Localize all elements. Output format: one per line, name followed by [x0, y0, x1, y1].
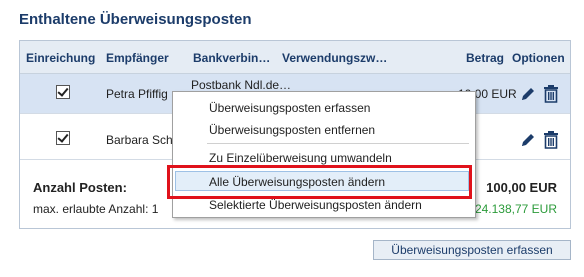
header-optionen: Optionen [512, 51, 565, 65]
page-title: Enthaltene Überweisungsposten [19, 11, 252, 28]
trash-icon[interactable] [543, 131, 559, 152]
total-amount: 100,00 EUR [486, 180, 557, 195]
menu-item-change-selected[interactable]: Selektierte Überweisungsposten ändern [209, 198, 422, 212]
header-verwendungszweck[interactable]: Verwendungszw… [282, 51, 387, 65]
highlight-frame [167, 165, 472, 199]
pencil-icon[interactable] [520, 132, 536, 151]
row-empfaenger: Petra Pfiffig [106, 87, 168, 101]
menu-item-add[interactable]: Überweisungsposten erfassen [209, 101, 370, 115]
menu-separator [207, 143, 469, 144]
max-amount: 24.138,77 EUR [474, 202, 557, 216]
trash-icon[interactable] [543, 85, 559, 106]
row-bank: Postbank Ndl.de… [191, 78, 292, 92]
header-betrag[interactable]: Betrag [466, 51, 504, 65]
add-transfer-item-button[interactable]: Überweisungsposten erfassen [373, 240, 571, 260]
menu-item-convert[interactable]: Zu Einzelüberweisung umwandeln [209, 151, 392, 165]
max-count-label: max. erlaubte Anzahl: 1 [33, 202, 159, 216]
row-empfaenger: Barbara Sch [106, 133, 173, 147]
header-empfaenger[interactable]: Empfänger [106, 51, 169, 65]
row-checkbox[interactable] [56, 85, 70, 99]
header-einreichung[interactable]: Einreichung [26, 51, 95, 65]
header-bankverbindung[interactable]: Bankverbin… [193, 51, 270, 65]
count-label: Anzahl Posten: [33, 180, 127, 195]
pencil-icon[interactable] [520, 86, 536, 105]
menu-item-remove[interactable]: Überweisungsposten entfernen [209, 123, 375, 137]
row-checkbox[interactable] [56, 131, 70, 145]
table-header: Einreichung Empfänger Bankverbin… Verwen… [20, 41, 570, 74]
